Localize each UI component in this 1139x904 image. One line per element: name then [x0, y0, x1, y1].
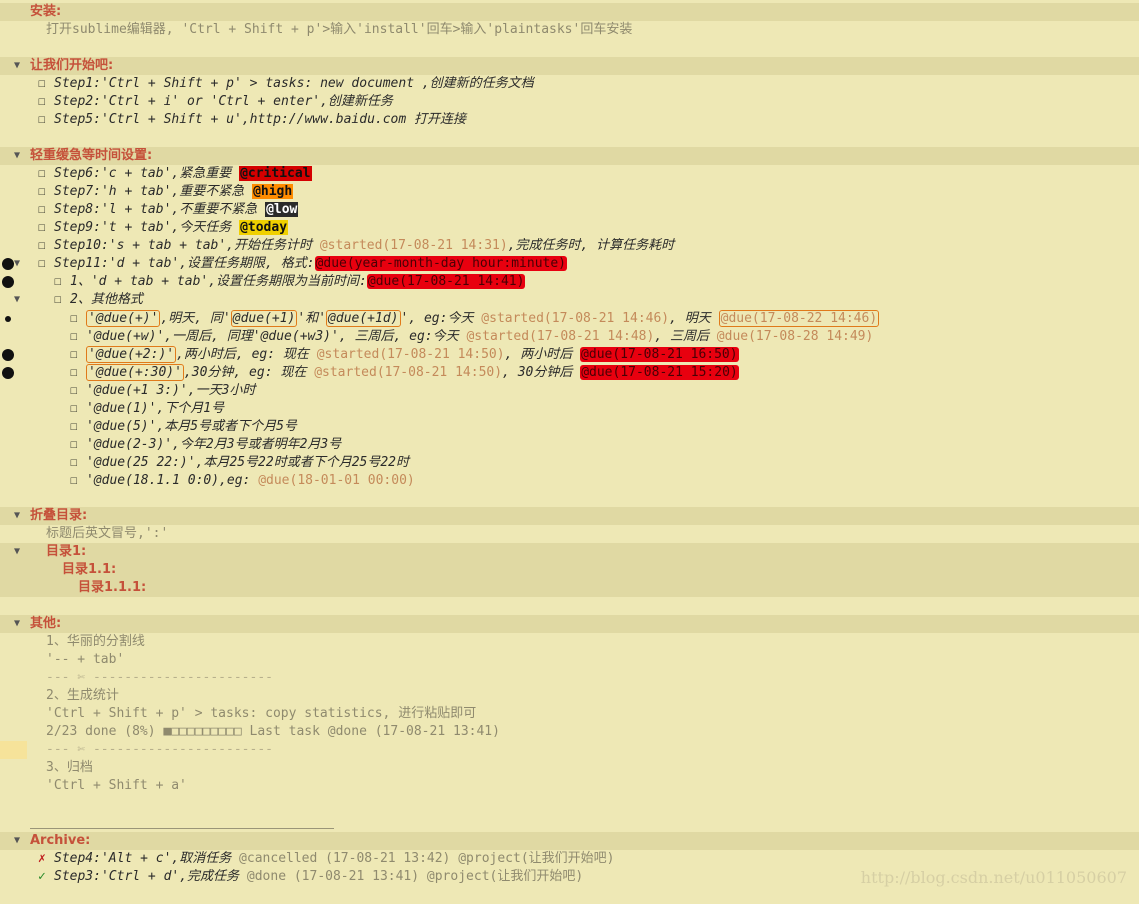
task-item[interactable]: ☐ Step6:'c + tab',紧急重要 @critical: [0, 165, 1139, 183]
section-title: 其他:: [30, 616, 62, 631]
fold-triangle-icon[interactable]: ▼: [14, 57, 20, 75]
bookmark-dot-icon: [5, 316, 11, 322]
task-item[interactable]: ☐ Step1:'Ctrl + Shift + p' > tasks: new d…: [0, 75, 1139, 93]
section-start-header: ▼ 让我们开始吧:: [0, 57, 1139, 75]
task-item[interactable]: ☐ '@due(+)' ,明天, 同' @due(+1) '和' @due(+1d) ', …: [0, 310, 1139, 328]
text-line: '-- + tab': [46, 652, 125, 667]
checkbox-icon[interactable]: ☐: [70, 418, 86, 436]
fold-triangle-icon[interactable]: ▼: [14, 543, 20, 561]
task-item[interactable]: ▼ ☐ 2、其他格式: [0, 291, 1139, 309]
checkbox-icon[interactable]: ☐: [38, 201, 54, 219]
archived-task[interactable]: ✗ Step4:'Alt + c',取消任务 @cancelled (17-08-…: [0, 850, 1139, 868]
section-title: 让我们开始吧:: [30, 58, 114, 73]
bookmark-dot-icon: [2, 276, 14, 288]
task-item[interactable]: ☐ Step2:'Ctrl + i' or 'Ctrl + enter',创建新任…: [0, 93, 1139, 111]
checkbox-icon[interactable]: ☐: [70, 436, 86, 454]
tag-critical: @critical: [239, 166, 312, 181]
task-item[interactable]: ▼ ☐ Step11:'d + tab',设置任务期限, 格式:@due(year…: [0, 255, 1139, 273]
task-item[interactable]: ☐ '@due(1)',下个月1号: [0, 400, 1139, 418]
task-item[interactable]: ☐ Step8:'l + tab',不重要不紧急 @low: [0, 201, 1139, 219]
task-item[interactable]: ☐ '@due(25 22:)',本月25号22时或者下个月25号22时: [0, 454, 1139, 472]
section-install-header: 安装:: [0, 3, 1139, 21]
checkbox-icon[interactable]: ☐: [70, 382, 86, 400]
separator-line: --- ✄ -----------------------: [46, 670, 273, 685]
fold-triangle-icon[interactable]: ▼: [14, 291, 20, 309]
bookmark-dot-icon: [2, 258, 14, 270]
tag-started: @started(17-08-21 14:31): [319, 238, 508, 253]
text-line: 'Ctrl + Shift + p' > tasks: copy statist…: [46, 706, 477, 721]
tag-today: @today: [239, 220, 289, 235]
section-fold-header: ▼ 折叠目录:: [0, 507, 1139, 525]
fold-triangle-icon[interactable]: ▼: [14, 255, 20, 273]
tag-due-overdue: @due(17-08-21 14:41): [366, 274, 526, 289]
checkbox-icon[interactable]: ☐: [38, 165, 54, 183]
checkbox-icon[interactable]: ☐: [38, 93, 54, 111]
section-priority-header: ▼ 轻重缓急等时间设置:: [0, 147, 1139, 165]
task-item[interactable]: ☐ '@due(+:30)' ,30分钟, eg: 现在 @started(17-0…: [0, 364, 1139, 382]
task-item[interactable]: ☐ Step9:'t + tab',今天任务 @today: [0, 219, 1139, 237]
section-title: 安装:: [30, 4, 62, 19]
checkbox-icon[interactable]: ☐: [38, 219, 54, 237]
checkbox-icon[interactable]: ☐: [38, 183, 54, 201]
fold-level-1: ▼ 目录1:: [0, 543, 1139, 561]
task-item[interactable]: ☐ Step10:'s + tab + tab',开始任务计时 @started(…: [0, 237, 1139, 255]
text-line: 2、生成统计: [46, 688, 119, 703]
cancelled-x-icon: ✗: [38, 851, 46, 866]
task-item[interactable]: ☐ '@due(+w)',一周后, 同理'@due(+w3)', 三周后, eg:…: [0, 328, 1139, 346]
text-line: 'Ctrl + Shift + a': [46, 778, 187, 793]
archive-divider: [30, 828, 334, 829]
task-item[interactable]: ☐ Step5:'Ctrl + Shift + u',http://www.bai…: [0, 111, 1139, 129]
fold-level-3: 目录1.1.1:: [0, 579, 1139, 597]
task-item[interactable]: ☐ '@due(+2:)' ,两小时后, eg: 现在 @started(17-08…: [0, 346, 1139, 364]
task-item[interactable]: ☐ 1、'd + tab + tab',设置任务期限为当前时间:@due(17-0…: [0, 273, 1139, 291]
tag-low: @low: [265, 202, 299, 217]
checkbox-icon[interactable]: ☐: [54, 291, 70, 309]
fold-triangle-icon[interactable]: ▼: [14, 832, 20, 850]
checkbox-icon[interactable]: ☐: [70, 364, 86, 382]
checkbox-icon[interactable]: ☐: [38, 237, 54, 255]
checkbox-icon[interactable]: ☐: [70, 346, 86, 364]
checkbox-icon[interactable]: ☐: [38, 255, 54, 273]
fold-triangle-icon[interactable]: ▼: [14, 507, 20, 525]
fold-level-2: 目录1.1:: [0, 561, 1139, 579]
checkbox-icon[interactable]: ☐: [70, 454, 86, 472]
text-line: 标题后英文冒号,':': [46, 526, 169, 541]
task-item[interactable]: ☐ '@due(2-3)',今年2月3号或者明年2月3号: [0, 436, 1139, 454]
task-item[interactable]: ☐ '@due(5)',本月5号或者下个月5号: [0, 418, 1139, 436]
separator-line: --- ✄ -----------------------: [46, 742, 273, 757]
fold-triangle-icon[interactable]: ▼: [14, 147, 20, 165]
checkbox-icon[interactable]: ☐: [38, 75, 54, 93]
done-check-icon: ✓: [38, 869, 46, 884]
checkbox-icon[interactable]: ☐: [70, 328, 86, 346]
text-line: 打开sublime编辑器, 'Ctrl + Shift + p'>输入'inst…: [46, 22, 633, 37]
text-line: 1、华丽的分割线: [46, 634, 145, 649]
section-title: 折叠目录:: [30, 508, 88, 523]
checkbox-icon[interactable]: ☐: [38, 111, 54, 129]
tag-high: @high: [252, 184, 294, 199]
section-title: Archive:: [30, 833, 91, 848]
watermark: http://blog.csdn.net/u011050607: [860, 868, 1127, 887]
stats-line: 2/23 done (8%) ■□□□□□□□□□ Last task @don…: [0, 723, 1139, 759]
task-item[interactable]: ☐ '@due(18.1.1 0:0),eg: @due(18-01-01 00:…: [0, 472, 1139, 490]
checkbox-icon[interactable]: ☐: [70, 472, 86, 490]
section-title: 轻重缓急等时间设置:: [30, 148, 153, 163]
bookmark-dot-icon: [2, 349, 14, 361]
section-archive-header: ▼ Archive:: [0, 832, 1139, 850]
text-line: 3、归档: [46, 760, 93, 775]
checkbox-icon[interactable]: ☐: [70, 400, 86, 418]
checkbox-icon[interactable]: ☐: [54, 273, 70, 291]
fold-triangle-icon[interactable]: ▼: [14, 615, 20, 633]
task-item[interactable]: ☐ Step7:'h + tab',重要不紧急 @high: [0, 183, 1139, 201]
task-item[interactable]: ☐ '@due(+1 3:)',一天3小时: [0, 382, 1139, 400]
bookmark-dot-icon: [2, 367, 14, 379]
tag-due-overdue: @due(year-month-day hour:minute): [314, 256, 567, 271]
section-other-header: ▼ 其他:: [0, 615, 1139, 633]
checkbox-icon[interactable]: ☐: [70, 310, 86, 328]
